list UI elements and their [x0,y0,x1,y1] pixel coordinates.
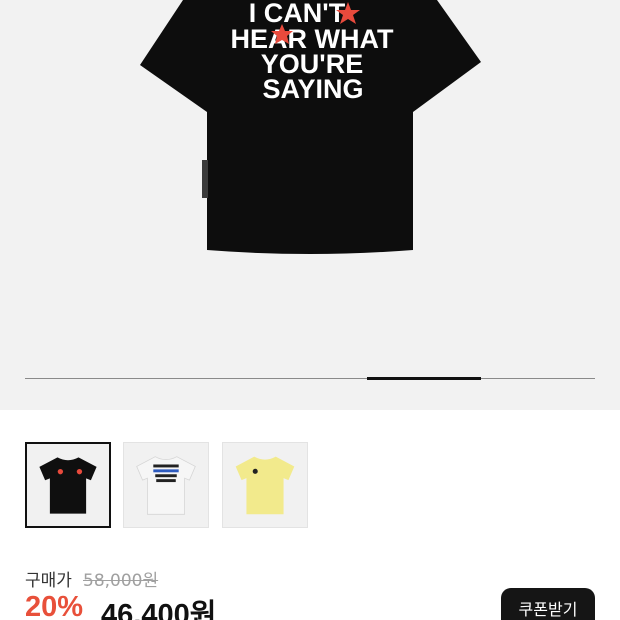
price-section: 구매가 58,000원 20% 46,400원 쿠폰받기 [25,560,595,620]
thumbnail-white[interactable] [123,442,209,528]
tshirt-tag [202,160,208,198]
print-line-4: SAYING [262,74,363,104]
product-hero-image: I CAN'T HEAR WHAT YOU'RE SAYING [140,0,481,254]
gallery-progress-track [25,378,595,379]
coupon-button[interactable]: 쿠폰받기 [501,588,595,620]
product-image-gallery[interactable]: I CAN'T HEAR WHAT YOU'RE SAYING [0,0,620,410]
gallery-progress-indicator [367,377,481,380]
original-price: 58,000원 [83,571,159,591]
white-tshirt-thumbnail-image [136,456,196,515]
black-tshirt-thumbnail-image [39,457,97,514]
final-price: 46,400원 [101,599,217,620]
yellow-tshirt-thumbnail-image [235,456,295,515]
thumbnail-yellow[interactable] [222,442,308,528]
thumbnail-black[interactable] [25,442,111,528]
discount-rate: 20% [25,591,84,620]
purchase-price-label: 구매가 [25,571,72,591]
